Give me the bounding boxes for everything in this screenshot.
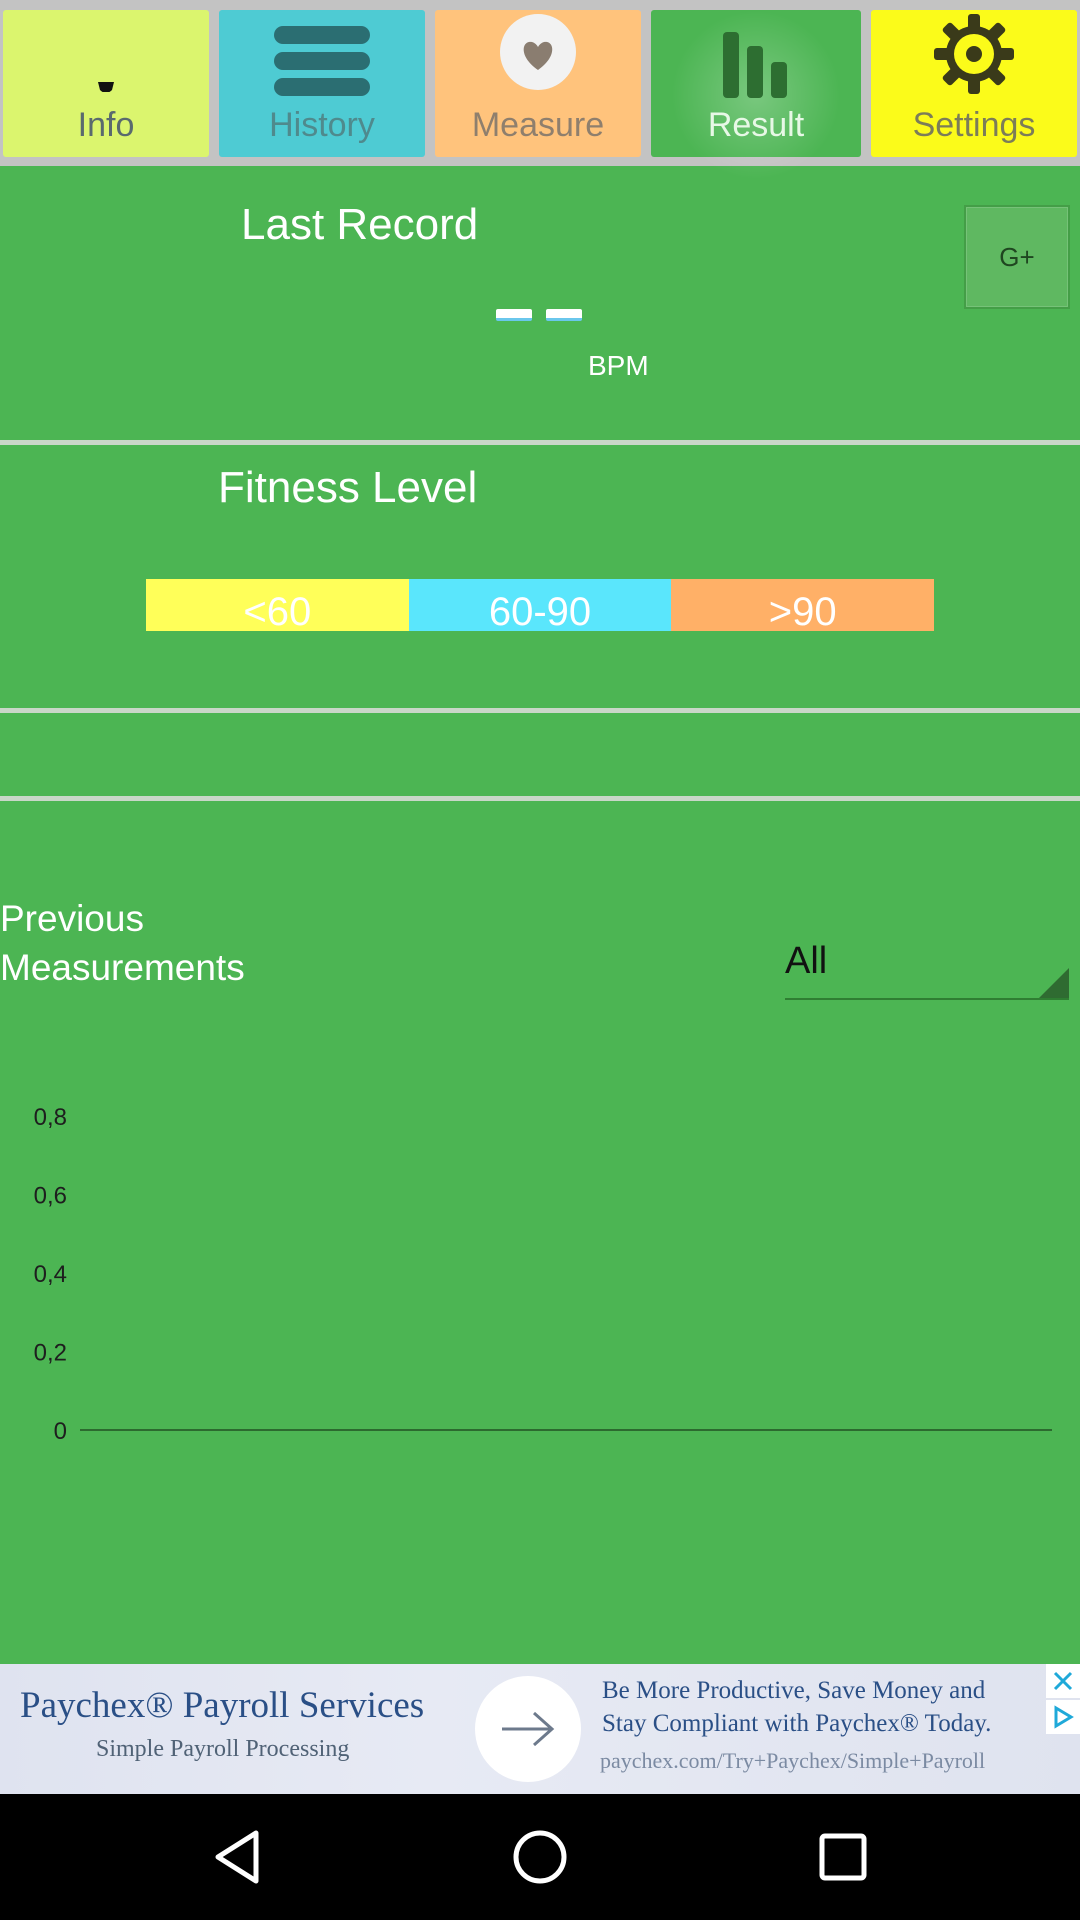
section-divider xyxy=(0,708,1080,713)
period-filter-value: All xyxy=(785,940,828,982)
tab-settings[interactable]: Settings xyxy=(871,10,1077,157)
nav-recents-button[interactable] xyxy=(808,1822,878,1892)
tab-info[interactable]: Info xyxy=(3,10,209,157)
tab-history[interactable]: History xyxy=(219,10,425,157)
tab-measure[interactable]: Measure xyxy=(435,10,641,157)
dropdown-arrow-icon xyxy=(1039,968,1069,998)
previous-title-line2: Measurements xyxy=(0,947,245,988)
home-circle-icon xyxy=(513,1830,567,1884)
ad-subtitle: Simple Payroll Processing xyxy=(96,1736,350,1762)
value-dash xyxy=(546,309,582,321)
ad-title[interactable]: Paychex® Payroll Services xyxy=(20,1684,424,1727)
bpm-unit-label: BPM xyxy=(588,350,649,381)
previous-measurements-title: Previous Measurements xyxy=(0,894,400,992)
tab-info-label: Info xyxy=(77,106,135,144)
y-tick-label: 0,4 xyxy=(34,1261,67,1288)
last-record-title: Last Record xyxy=(241,200,479,249)
tab-settings-label: Settings xyxy=(912,106,1036,144)
section-divider xyxy=(0,440,1080,445)
ad-choices-button[interactable] xyxy=(1046,1700,1080,1734)
tab-result[interactable]: Result xyxy=(651,10,861,180)
y-tick-label: 0,8 xyxy=(34,1104,67,1131)
value-dash xyxy=(496,309,532,321)
shield-icon xyxy=(86,22,126,101)
ad-banner[interactable]: Paychex® Payroll Services Simple Payroll… xyxy=(0,1664,1080,1794)
system-navigation-bar xyxy=(0,1794,1080,1920)
ad-body-line2: Stay Compliant with Paychex® Today. xyxy=(602,1710,992,1737)
recents-square-icon xyxy=(819,1833,867,1881)
measurements-chart: 0 0,2 0,4 0,6 0,8 xyxy=(34,1104,1052,1445)
gear-icon xyxy=(930,10,1018,107)
fitness-level-scale: <60 60-90 >90 xyxy=(146,579,935,631)
close-icon xyxy=(1053,1671,1073,1691)
top-tab-bar: Info History Measure Result Settings xyxy=(0,0,1080,180)
ad-close-button[interactable] xyxy=(1046,1664,1080,1698)
last-record-value xyxy=(496,309,584,323)
list-icon xyxy=(272,22,372,107)
fitness-range-high: >90 xyxy=(671,579,935,631)
ad-choices-icon xyxy=(1054,1705,1074,1729)
nav-back-button[interactable] xyxy=(202,1822,272,1892)
arrow-right-icon xyxy=(502,1711,555,1747)
y-tick-label: 0,6 xyxy=(34,1183,67,1210)
ad-url[interactable]: paychex.com/Try+Paychex/Simple+Payroll xyxy=(600,1748,985,1774)
google-plus-share-button[interactable]: G+ xyxy=(964,205,1070,309)
nav-home-button[interactable] xyxy=(505,1822,575,1892)
bar-chart-icon xyxy=(721,28,791,107)
fitness-range-low: <60 xyxy=(146,579,409,631)
tab-measure-label: Measure xyxy=(471,106,605,144)
period-filter-dropdown[interactable]: All xyxy=(785,938,1069,1000)
tab-result-label: Result xyxy=(707,106,805,144)
ad-open-button[interactable] xyxy=(475,1676,581,1782)
fitness-range-mid: 60-90 xyxy=(408,579,672,631)
fitness-level-title: Fitness Level xyxy=(218,463,478,512)
previous-title-line1: Previous xyxy=(0,898,144,939)
y-tick-label: 0 xyxy=(54,1418,67,1445)
back-triangle-icon xyxy=(215,1830,259,1884)
ad-body: Be More Productive, Save Money and Stay … xyxy=(602,1674,1052,1740)
tab-history-label: History xyxy=(269,106,375,144)
heart-icon xyxy=(498,12,578,101)
ad-body-line1: Be More Productive, Save Money and xyxy=(602,1677,986,1704)
section-divider xyxy=(0,796,1080,801)
y-tick-label: 0,2 xyxy=(34,1340,67,1367)
